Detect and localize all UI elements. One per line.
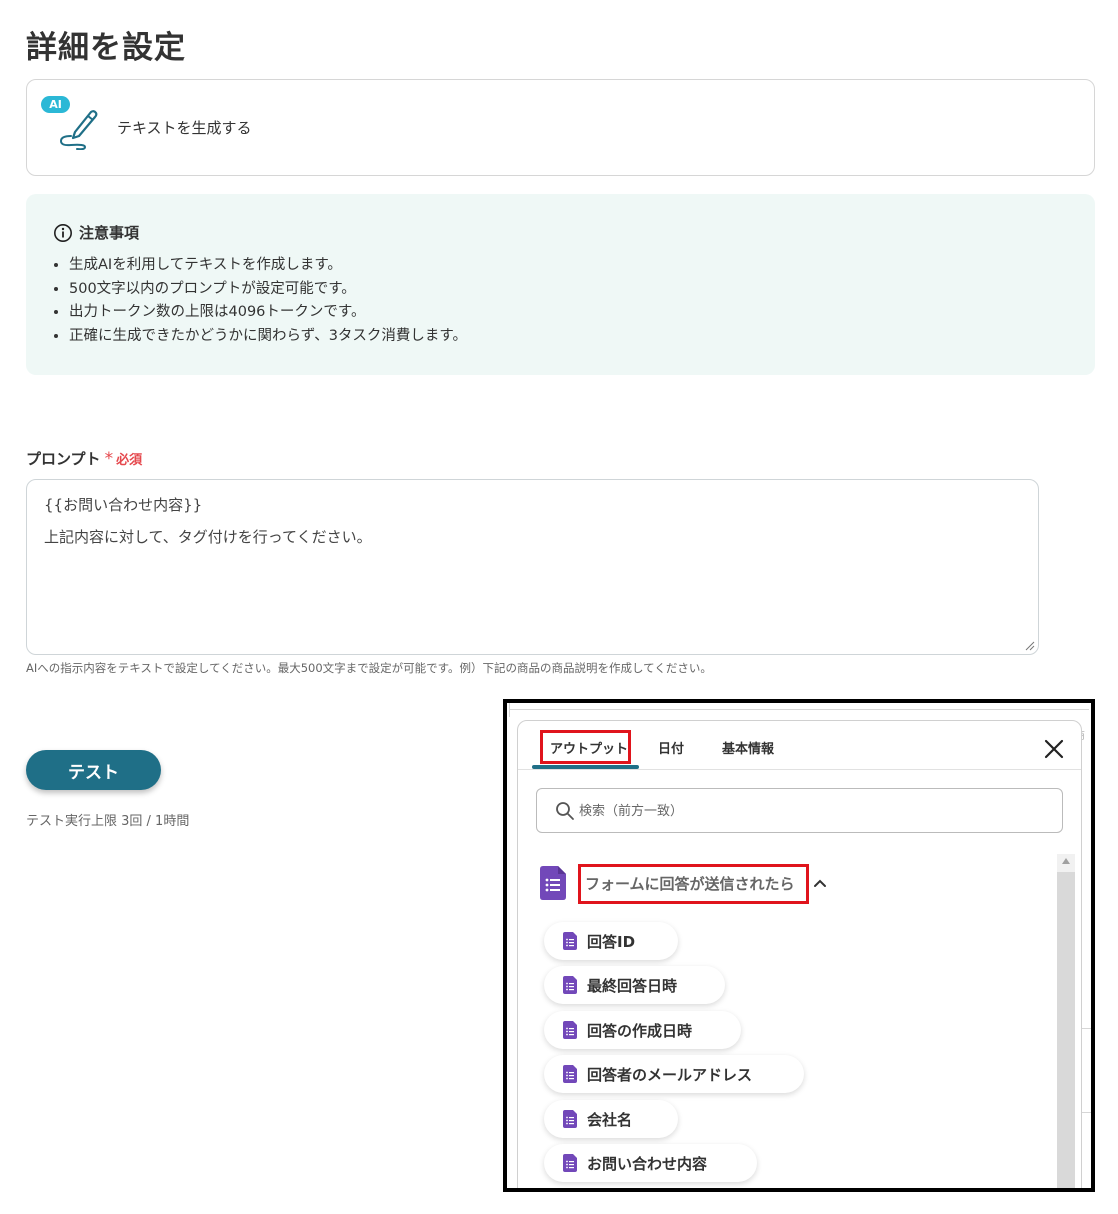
highlight-box-output-tab: [540, 730, 631, 764]
notice-item: 500文字以内のプロンプトが設定可能です。: [69, 278, 467, 302]
output-item[interactable]: 会社名: [544, 1100, 678, 1138]
prompt-line: 上記内容に対して、タグ付けを行ってください。: [44, 528, 372, 546]
output-item-label: 回答の作成日時: [587, 1021, 693, 1040]
background-divider: [1082, 1028, 1091, 1029]
google-forms-icon: [563, 1154, 577, 1172]
output-item[interactable]: 回答ID: [544, 922, 678, 960]
notice-list: 生成AIを利用してテキストを作成します。 500文字以内のプロンプトが設定可能で…: [69, 254, 467, 349]
test-button[interactable]: テスト: [26, 750, 161, 790]
notice-item: 出力トークン数の上限は4096トークンです。: [69, 301, 467, 325]
output-item[interactable]: 回答者のメールアドレス: [544, 1055, 804, 1093]
prompt-label-row: プロンプト * 必須: [26, 448, 142, 469]
required-text: 必須: [116, 453, 143, 468]
close-button[interactable]: [1038, 733, 1070, 765]
output-item-label: 会社名: [587, 1110, 633, 1129]
background-divider: [509, 709, 1089, 710]
prompt-hint: AIへの指示内容をテキストで設定してください。最大500文字まで設定が可能です。…: [26, 661, 712, 675]
scroll-thumb[interactable]: [1057, 872, 1075, 1188]
chevron-up-icon[interactable]: [813, 878, 827, 888]
output-popup: アウトプット 日付 基本情報 検索（前方一致） フォームに回答が送信されたら 回…: [517, 720, 1082, 1188]
page-title: 詳細を設定: [26, 30, 186, 66]
scroll-up-arrow-icon[interactable]: [1062, 858, 1070, 864]
tab-date[interactable]: 日付: [658, 738, 684, 757]
notice-box: 注意事項 生成AIを利用してテキストを作成します。 500文字以内のプロンプトが…: [26, 194, 1095, 375]
search-input[interactable]: [579, 800, 1039, 822]
action-label: テキストを生成する: [117, 119, 252, 137]
output-item[interactable]: 最終回答日時: [544, 966, 725, 1004]
scrollbar[interactable]: [1057, 854, 1075, 1188]
output-item[interactable]: 回答の作成日時: [544, 1011, 741, 1049]
google-forms-icon: [563, 932, 577, 950]
action-card[interactable]: AI テキストを生成する: [26, 79, 1095, 176]
required-mark: *: [104, 449, 114, 469]
tab-basic-info[interactable]: 基本情報: [722, 738, 774, 757]
output-item-label: 回答ID: [587, 932, 636, 951]
pen-icon: [59, 110, 98, 150]
highlight-box-group-title: [578, 864, 809, 904]
google-forms-icon: [563, 1065, 577, 1083]
google-forms-icon: [563, 1110, 577, 1128]
resize-handle-icon[interactable]: [1025, 641, 1035, 651]
output-item[interactable]: お問い合わせ内容: [544, 1144, 757, 1182]
output-item-label: お問い合わせ内容: [587, 1154, 708, 1173]
active-tab-indicator: [532, 765, 639, 769]
google-forms-icon: [563, 976, 577, 994]
popup-highlight-frame: 商 アウトプット 日付 基本情報: [503, 699, 1095, 1192]
background-divider: [509, 703, 510, 717]
notice-title: 注意事項: [79, 224, 140, 242]
popup-tabs: アウトプット 日付 基本情報: [518, 721, 1081, 770]
prompt-label: プロンプト: [26, 450, 101, 468]
info-icon: [54, 223, 72, 242]
notice-item: 生成AIを利用してテキストを作成します。: [69, 254, 467, 278]
notice-item: 正確に生成できたかどうかに関わらず、3タスク消費します。: [69, 325, 467, 349]
prompt-textarea[interactable]: {{お問い合わせ内容}} 上記内容に対して、タグ付けを行ってください。: [26, 479, 1039, 655]
output-item-label: 回答者のメールアドレス: [587, 1065, 753, 1084]
output-item-label: 最終回答日時: [587, 976, 678, 995]
search-icon: [556, 802, 574, 820]
close-icon: [1044, 739, 1064, 759]
search-field[interactable]: [536, 788, 1063, 833]
google-forms-icon: [540, 866, 566, 900]
prompt-line: {{お問い合わせ内容}}: [44, 496, 203, 514]
google-forms-icon: [563, 1021, 577, 1039]
test-limit-text: テスト実行上限 3回 / 1時間: [26, 814, 190, 829]
background-divider: [1082, 1112, 1091, 1113]
